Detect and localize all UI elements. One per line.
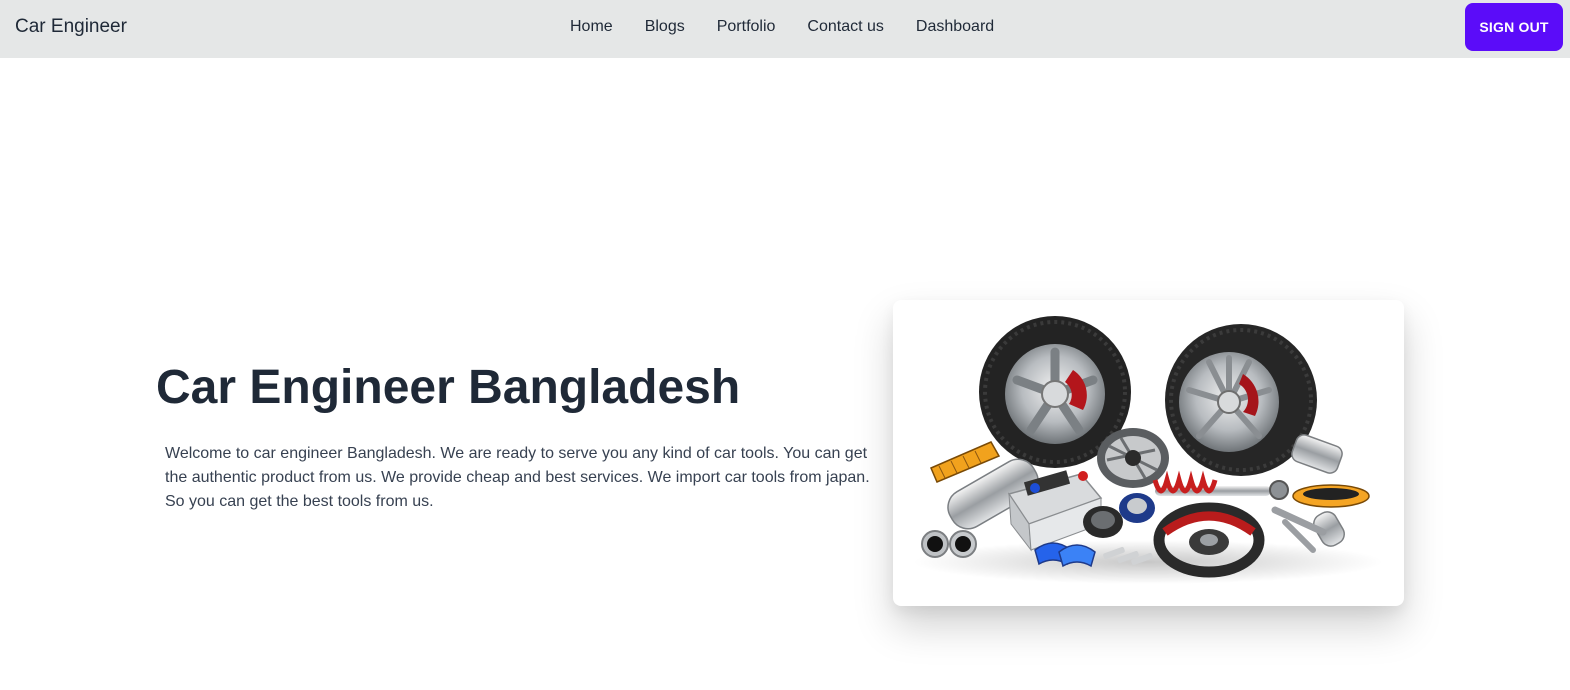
nav-item-portfolio: Portfolio — [701, 8, 792, 46]
shock-absorber-icon — [1152, 470, 1289, 500]
nav-link-blogs[interactable]: Blogs — [629, 8, 701, 46]
nav-item-contact: Contact us — [791, 8, 899, 46]
nav-link-contact[interactable]: Contact us — [791, 8, 899, 46]
nav-link-portfolio[interactable]: Portfolio — [701, 8, 792, 46]
hero-image-card — [893, 300, 1404, 606]
nav-item-home: Home — [554, 8, 629, 46]
car-parts-image — [913, 316, 1383, 584]
alternator-icon — [1097, 428, 1169, 488]
sign-out-button[interactable]: SIGN OUT — [1465, 3, 1563, 51]
nav-menu: Home Blogs Portfolio Contact us Dashboar… — [554, 8, 1010, 46]
nav-item-dashboard: Dashboard — [900, 8, 1010, 46]
nav-item-blogs: Blogs — [629, 8, 701, 46]
nav-link-home[interactable]: Home — [554, 8, 629, 46]
hero-title: Car Engineer Bangladesh — [156, 361, 741, 414]
navbar: Car Engineer Home Blogs Portfolio Contac… — [0, 0, 1570, 58]
nav-link-dashboard[interactable]: Dashboard — [900, 8, 1010, 46]
brand-logo-link[interactable]: Car Engineer — [15, 16, 127, 38]
hero-description: Welcome to car engineer Bangladesh. We a… — [165, 445, 870, 510]
air-filter-right-icon — [1292, 484, 1370, 508]
